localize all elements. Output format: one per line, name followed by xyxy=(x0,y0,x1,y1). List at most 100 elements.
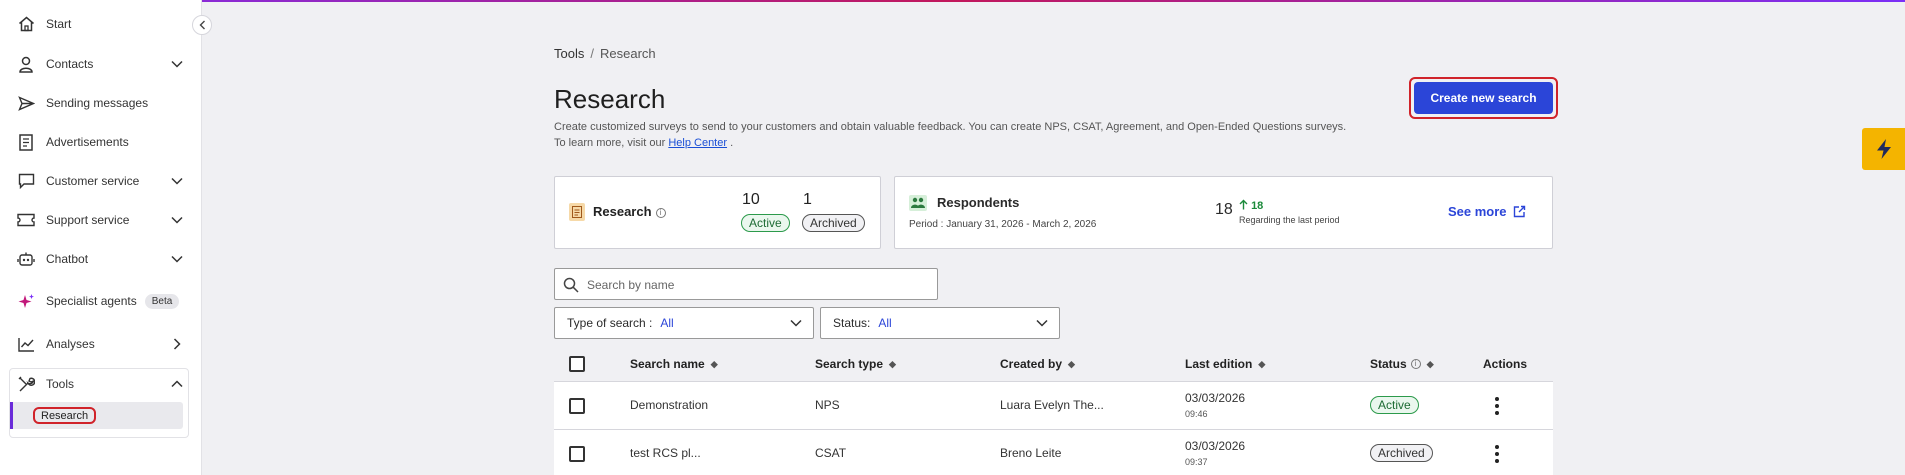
sidebar-item-contacts[interactable]: Contacts xyxy=(17,52,185,76)
respondents-label: Respondents xyxy=(937,195,1020,210)
sidebar-item-label: Start xyxy=(46,17,72,31)
column-label: Actions xyxy=(1483,357,1528,371)
research-label-text: Research xyxy=(593,204,652,219)
created-by-cell: Luara Evelyn The... xyxy=(1000,398,1104,412)
sidebar-item-start[interactable]: Start xyxy=(17,12,185,36)
external-link-icon xyxy=(1513,205,1525,218)
sort-icon[interactable]: ◆ xyxy=(1068,359,1075,370)
sidebar-item-sending-messages[interactable]: Sending messages xyxy=(17,91,185,115)
sort-icon[interactable]: ◆ xyxy=(1258,359,1265,370)
sidebar-item-label: Tools xyxy=(46,377,75,391)
sidebar-item-label: Contacts xyxy=(46,57,94,71)
description-line-1: Create customized surveys to send to you… xyxy=(554,121,1347,133)
row-actions-menu-icon[interactable] xyxy=(1495,445,1499,463)
breadcrumb-current: Research xyxy=(599,46,656,61)
sidebar-item-support-service[interactable]: Support service xyxy=(17,208,185,232)
status-filter-value: All xyxy=(878,316,892,330)
breadcrumb-tools[interactable]: Tools xyxy=(554,46,584,61)
column-last-edition[interactable]: Last edition ◆ xyxy=(1185,357,1265,371)
sidebar-item-label: Customer service xyxy=(46,174,140,188)
sidebar: Start Contacts Sending messages Advertis… xyxy=(0,0,202,475)
column-search-name[interactable]: Search name ◆ xyxy=(630,357,718,371)
sidebar-item-tools[interactable]: Tools xyxy=(17,372,185,396)
see-more-link[interactable]: See more xyxy=(1448,204,1526,219)
chevron-down-icon[interactable] xyxy=(169,173,185,189)
archived-count: 1 xyxy=(803,191,812,208)
row-actions-menu-icon[interactable] xyxy=(1495,397,1499,415)
ticket-icon xyxy=(17,211,35,229)
research-table: Search name ◆ Search type ◆ Created by ◆ La… xyxy=(554,347,1553,475)
chevron-up-icon[interactable] xyxy=(169,376,185,392)
arrow-up-icon xyxy=(1239,199,1248,210)
column-label: Status xyxy=(1370,357,1407,371)
sidebar-item-label: Chatbot xyxy=(46,252,89,266)
research-stats-card: Research i 10 Active 1 Archived xyxy=(554,176,881,249)
sparkle-icon xyxy=(17,292,35,310)
description-line-2: To learn more, visit our Help Center . xyxy=(554,135,1394,151)
status-filter-label: Status: xyxy=(833,316,871,330)
chevron-down-icon[interactable] xyxy=(169,212,185,228)
search-name-cell[interactable]: Demonstration xyxy=(630,398,708,412)
sidebar-item-chatbot[interactable]: Chatbot xyxy=(17,247,185,271)
chat-icon xyxy=(17,172,35,190)
chevron-down-icon xyxy=(1036,319,1048,327)
see-more-label: See more xyxy=(1448,204,1507,219)
chevron-down-icon[interactable] xyxy=(169,56,185,72)
last-edition-time: 09:37 xyxy=(1185,457,1208,467)
create-button-highlight: Create new search xyxy=(1409,77,1558,119)
chevron-left-icon xyxy=(199,20,205,30)
sidebar-item-advertisements[interactable]: Advertisements xyxy=(17,130,185,154)
column-label: Last edition xyxy=(1185,357,1253,371)
column-created-by[interactable]: Created by ◆ xyxy=(1000,357,1075,371)
sidebar-item-specialist-agents[interactable]: Specialist agents Beta xyxy=(17,289,185,313)
respondents-delta: 18 xyxy=(1239,199,1263,212)
survey-icon xyxy=(569,203,585,221)
info-icon[interactable]: i xyxy=(1410,359,1421,369)
quick-actions-button[interactable] xyxy=(1862,128,1905,170)
create-new-search-button[interactable]: Create new search xyxy=(1414,82,1553,114)
status-badge: Active xyxy=(1370,396,1419,414)
person-icon xyxy=(17,55,35,73)
sort-icon[interactable]: ◆ xyxy=(711,359,718,370)
table-header: Search name ◆ Search type ◆ Created by ◆ La… xyxy=(554,347,1553,381)
archived-status-badge: Archived xyxy=(802,214,865,232)
sidebar-item-customer-service[interactable]: Customer service xyxy=(17,169,185,193)
regarding-text: Regarding the last period xyxy=(1239,215,1340,225)
select-all-checkbox[interactable] xyxy=(569,356,585,372)
table-row[interactable]: Demonstration NPS Luara Evelyn The... 03… xyxy=(554,381,1553,429)
status-select[interactable]: Status: All xyxy=(820,307,1060,339)
column-search-type[interactable]: Search type ◆ xyxy=(815,357,896,371)
sort-icon[interactable]: ◆ xyxy=(889,359,896,370)
sidebar-item-label: Advertisements xyxy=(46,135,129,149)
table-row[interactable]: test RCS pl... CSAT Breno Leite 03/03/20… xyxy=(554,429,1553,475)
search-icon xyxy=(563,277,579,293)
send-icon xyxy=(17,94,35,112)
column-label: Search type xyxy=(815,357,884,371)
search-input[interactable] xyxy=(587,275,927,295)
column-label: Search name xyxy=(630,357,705,371)
sidebar-item-label: Sending messages xyxy=(46,96,149,110)
sidebar-subitem-research[interactable]: Research xyxy=(33,407,97,424)
search-type-cell: NPS xyxy=(815,398,840,412)
info-icon[interactable]: i xyxy=(655,207,666,218)
type-of-search-select[interactable]: Type of search : All xyxy=(554,307,814,339)
search-field[interactable] xyxy=(554,268,938,300)
home-icon xyxy=(17,15,35,33)
document-icon xyxy=(17,133,35,151)
row-checkbox[interactable] xyxy=(569,446,585,462)
column-status[interactable]: Status i ◆ xyxy=(1370,357,1434,371)
search-name-cell[interactable]: test RCS pl... xyxy=(630,446,701,460)
last-edition-date: 03/03/2026 xyxy=(1185,439,1246,453)
chevron-right-icon[interactable] xyxy=(169,336,185,352)
delta-value: 18 xyxy=(1251,200,1264,212)
collapse-sidebar-button[interactable] xyxy=(192,15,212,35)
sort-icon[interactable]: ◆ xyxy=(1427,359,1434,370)
help-center-link[interactable]: Help Center xyxy=(668,137,727,149)
description-prefix: To learn more, visit our xyxy=(554,137,666,149)
chevron-down-icon[interactable] xyxy=(169,251,185,267)
beta-badge: Beta xyxy=(144,293,180,309)
type-filter-label: Type of search : xyxy=(567,316,653,330)
sidebar-item-analyses[interactable]: Analyses xyxy=(17,332,185,356)
description-suffix: . xyxy=(730,137,734,149)
row-checkbox[interactable] xyxy=(569,398,585,414)
